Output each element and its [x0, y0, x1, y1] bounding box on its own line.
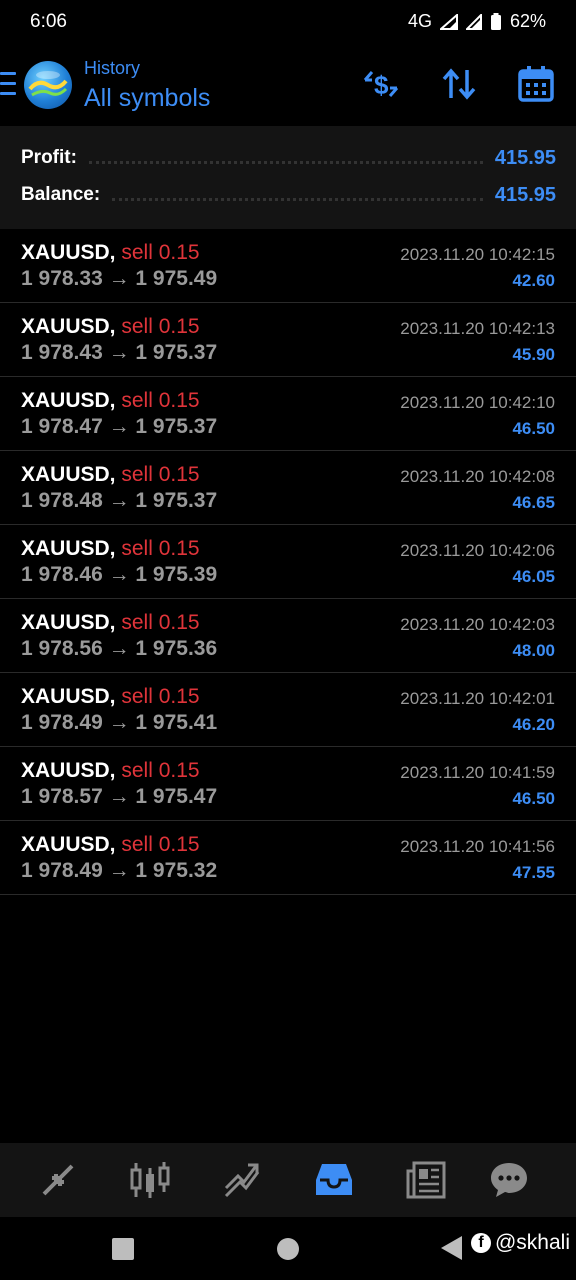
trade-row[interactable]: XAUUSD, sell 0.15 1 978.49 → 1 975.32 20… [0, 821, 576, 895]
profit-label: Profit: [21, 147, 77, 168]
trade-row[interactable]: XAUUSD, sell 0.15 1 978.49 → 1 975.41 20… [0, 673, 576, 747]
trade-side: sell 0.15 [121, 241, 200, 264]
facebook-icon: f [470, 1233, 491, 1253]
watermark-text: @skhali [494, 1231, 570, 1254]
status-indicators: 4G 62% [408, 11, 546, 32]
trade-side: sell 0.15 [121, 315, 200, 338]
trade-side: sell 0.15 [121, 685, 200, 708]
app-bar: History All symbols $ [0, 44, 576, 126]
trade-time: 2023.11.20 10:42:08 [400, 467, 555, 486]
trade-profit: 42.60 [512, 271, 555, 290]
trade-time: 2023.11.20 10:42:03 [400, 615, 555, 634]
dotted-leader [88, 160, 483, 164]
trade-time: 2023.11.20 10:42:10 [400, 393, 555, 412]
trade-side: sell 0.15 [121, 537, 200, 560]
home-button[interactable] [277, 1238, 299, 1260]
watermark: f @skhali [470, 1231, 570, 1255]
trade-profit: 46.50 [512, 789, 555, 808]
trade-row[interactable]: XAUUSD, sell 0.15 1 978.43 → 1 975.37 20… [0, 303, 576, 377]
history-icon[interactable] [312, 1158, 356, 1202]
balance-label: Balance: [21, 184, 101, 205]
balance-row: Balance: 415.95 [21, 180, 556, 210]
trade-symbol: XAUUSD, [21, 685, 116, 708]
trade-symbol: XAUUSD, [21, 759, 116, 782]
back-button[interactable] [441, 1236, 462, 1260]
profit-row: Profit: 415.95 [21, 143, 556, 173]
trade-row[interactable]: XAUUSD, sell 0.15 1 978.57 → 1 975.47 20… [0, 747, 576, 821]
signal-icon-2 [465, 13, 482, 30]
trade-prices: 1 978.48 → 1 975.37 [21, 489, 218, 512]
trade-row[interactable]: XAUUSD, sell 0.15 1 978.33 → 1 975.49 20… [0, 229, 576, 303]
trade-time: 2023.11.20 10:42:15 [400, 245, 555, 264]
summary-panel: Profit: 415.95 Balance: 415.95 [0, 126, 576, 229]
page-subtitle: History [84, 58, 141, 78]
signal-icon [439, 13, 458, 30]
trade-prices: 1 978.43 → 1 975.37 [21, 341, 218, 364]
balance-value: 415.95 [494, 183, 556, 206]
app-logo[interactable] [24, 61, 72, 109]
trade-prices: 1 978.49 → 1 975.32 [21, 859, 218, 882]
trade-time: 2023.11.20 10:42:06 [400, 541, 555, 560]
profit-value: 415.95 [494, 146, 556, 169]
dollar-swap-icon[interactable]: $ [361, 64, 401, 104]
trade-profit: 46.65 [512, 493, 555, 512]
dotted-leader [112, 197, 483, 201]
trade-prices: 1 978.57 → 1 975.47 [21, 785, 218, 808]
trade-symbol: XAUUSD, [21, 537, 116, 560]
trade-symbol: XAUUSD, [21, 241, 116, 264]
trade-time: 2023.11.20 10:41:59 [400, 763, 555, 782]
page-title[interactable]: All symbols [84, 84, 210, 113]
quotes-icon[interactable] [36, 1158, 80, 1202]
trade-symbol: XAUUSD, [21, 463, 116, 486]
trade-icon[interactable] [220, 1158, 264, 1202]
menu-icon[interactable] [0, 72, 16, 96]
trade-symbol: XAUUSD, [21, 315, 116, 338]
battery-percent: 62% [509, 11, 546, 31]
trade-side: sell 0.15 [121, 611, 200, 634]
svg-text:$: $ [374, 70, 389, 100]
trade-symbol: XAUUSD, [21, 611, 116, 634]
trade-prices: 1 978.49 → 1 975.41 [21, 711, 218, 734]
trade-prices: 1 978.46 → 1 975.39 [21, 563, 218, 586]
trade-list: XAUUSD, sell 0.15 1 978.33 → 1 975.49 20… [0, 229, 576, 895]
trade-symbol: XAUUSD, [21, 833, 116, 856]
bottom-nav [0, 1143, 576, 1217]
trade-profit: 46.50 [512, 419, 555, 438]
trade-row[interactable]: XAUUSD, sell 0.15 1 978.47 → 1 975.37 20… [0, 377, 576, 451]
trade-profit: 46.05 [512, 567, 555, 586]
trade-time: 2023.11.20 10:41:56 [400, 837, 555, 856]
chart-icon[interactable] [128, 1158, 172, 1202]
trade-time: 2023.11.20 10:42:13 [400, 319, 555, 338]
sort-icon[interactable] [439, 64, 479, 104]
trade-time: 2023.11.20 10:42:01 [400, 689, 555, 708]
status-time: 6:06 [30, 11, 67, 32]
trade-profit: 46.20 [512, 715, 555, 734]
calendar-icon[interactable] [516, 64, 556, 104]
trade-profit: 45.90 [512, 345, 555, 364]
trade-prices: 1 978.33 → 1 975.49 [21, 267, 218, 290]
trade-row[interactable]: XAUUSD, sell 0.15 1 978.48 → 1 975.37 20… [0, 451, 576, 525]
status-bar: 6:06 4G 62% [0, 0, 576, 44]
trade-profit: 47.55 [512, 863, 555, 882]
trade-side: sell 0.15 [121, 389, 200, 412]
trade-row[interactable]: XAUUSD, sell 0.15 1 978.46 → 1 975.39 20… [0, 525, 576, 599]
trade-prices: 1 978.56 → 1 975.36 [21, 637, 218, 660]
system-nav: f @skhali [0, 1217, 576, 1280]
trade-row[interactable]: XAUUSD, sell 0.15 1 978.56 → 1 975.36 20… [0, 599, 576, 673]
trade-prices: 1 978.47 → 1 975.37 [21, 415, 218, 438]
chat-icon[interactable] [487, 1158, 531, 1202]
news-icon[interactable] [404, 1158, 448, 1202]
network-label: 4G [407, 11, 432, 31]
trade-profit: 48.00 [512, 641, 555, 660]
trade-side: sell 0.15 [121, 833, 200, 856]
trade-symbol: XAUUSD, [21, 389, 116, 412]
trade-side: sell 0.15 [121, 759, 200, 782]
trade-side: sell 0.15 [121, 463, 200, 486]
battery-icon [490, 12, 502, 31]
recents-button[interactable] [112, 1238, 134, 1260]
